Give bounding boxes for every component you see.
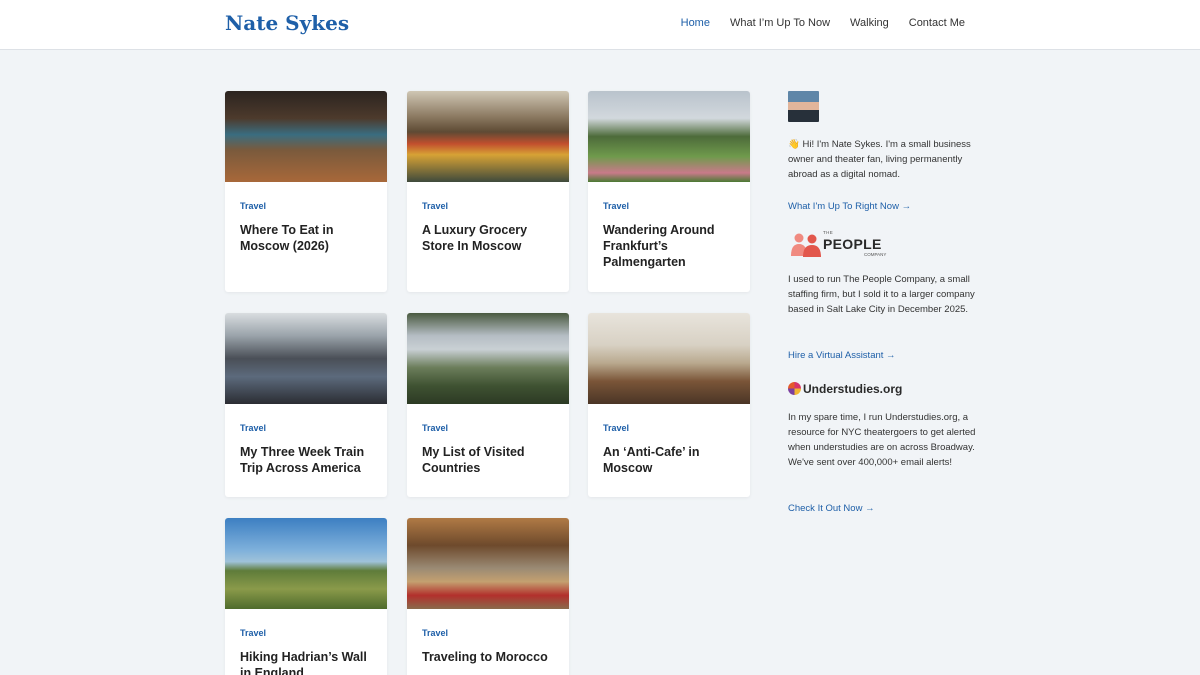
post-category[interactable]: Travel — [422, 423, 448, 433]
nav-home[interactable]: Home — [681, 17, 710, 29]
post-thumbnail-market[interactable] — [407, 518, 569, 609]
post-card[interactable]: Travel My List of Visited Countries — [407, 313, 569, 497]
post-category[interactable]: Travel — [240, 423, 266, 433]
understudies-logo-text: Understudies.org — [803, 382, 903, 396]
people-text: I used to run The People Company, a smal… — [788, 274, 975, 315]
nav-now[interactable]: What I’m Up To Now — [730, 17, 830, 29]
post-thumbnail-train[interactable] — [225, 313, 387, 404]
post-category[interactable]: Travel — [603, 423, 629, 433]
avatar — [788, 91, 819, 122]
understudies-icon — [788, 382, 801, 395]
post-card[interactable]: Travel An ‘Anti-Cafe’ in Moscow — [588, 313, 750, 497]
post-card[interactable]: Travel Where To Eat in Moscow (2026) — [225, 91, 387, 292]
post-category[interactable]: Travel — [603, 201, 629, 211]
post-thumbnail-cafe[interactable] — [588, 313, 750, 404]
people-company-logo[interactable]: THE PEOPLE COMPANY — [788, 230, 908, 260]
post-title[interactable]: Traveling to Morocco — [422, 649, 560, 665]
post-thumbnail-garden[interactable] — [588, 91, 750, 182]
main-nav: Home What I’m Up To Now Walking Contact … — [681, 17, 965, 29]
post-thumbnail-grocery[interactable] — [407, 91, 569, 182]
post-thumbnail-forest[interactable] — [407, 313, 569, 404]
post-card[interactable]: Travel Traveling to Morocco — [407, 518, 569, 675]
nav-walking[interactable]: Walking — [850, 17, 889, 29]
site-title[interactable]: Nate Sykes — [225, 11, 349, 35]
post-card[interactable]: Travel Hiking Hadrian’s Wall in England — [225, 518, 387, 675]
now-link[interactable]: What I'm Up To Right Now → — [788, 201, 911, 212]
people-logo-small: THE — [823, 230, 834, 235]
post-title[interactable]: My List of Visited Countries — [422, 444, 560, 476]
check-link[interactable]: Check It Out Now → — [788, 503, 875, 514]
intro-text: 👋 Hi! I'm Nate Sykes. I'm a small busine… — [788, 139, 971, 180]
people-logo-name: PEOPLE — [823, 236, 882, 252]
post-category[interactable]: Travel — [422, 201, 448, 211]
post-category[interactable]: Travel — [240, 201, 266, 211]
post-card[interactable]: Travel Wandering Around Frankfurt’s Palm… — [588, 91, 750, 292]
post-card[interactable]: Travel My Three Week Train Trip Across A… — [225, 313, 387, 497]
post-thumbnail-restaurant[interactable] — [225, 91, 387, 182]
post-title[interactable]: Wandering Around Frankfurt’s Palmengarte… — [603, 222, 741, 270]
post-title[interactable]: Hiking Hadrian’s Wall in England — [240, 649, 378, 675]
post-thumbnail-countryside[interactable] — [225, 518, 387, 609]
site-header: Nate Sykes Home What I’m Up To Now Walki… — [0, 0, 1200, 50]
post-title[interactable]: An ‘Anti-Cafe’ in Moscow — [603, 444, 741, 476]
post-card[interactable]: Travel A Luxury Grocery Store In Moscow — [407, 91, 569, 292]
post-category[interactable]: Travel — [422, 628, 448, 638]
understudies-text: In my spare time, I run Understudies.org… — [788, 412, 976, 468]
understudies-logo[interactable]: Understudies.org — [788, 381, 948, 397]
post-title[interactable]: A Luxury Grocery Store In Moscow — [422, 222, 560, 254]
people-icon — [791, 233, 821, 257]
nav-contact[interactable]: Contact Me — [909, 17, 965, 29]
post-title[interactable]: Where To Eat in Moscow (2026) — [240, 222, 378, 254]
assistant-link[interactable]: Hire a Virtual Assistant → — [788, 350, 896, 361]
post-category[interactable]: Travel — [240, 628, 266, 638]
post-title[interactable]: My Three Week Train Trip Across America — [240, 444, 378, 476]
people-logo-sub: COMPANY — [864, 252, 887, 257]
